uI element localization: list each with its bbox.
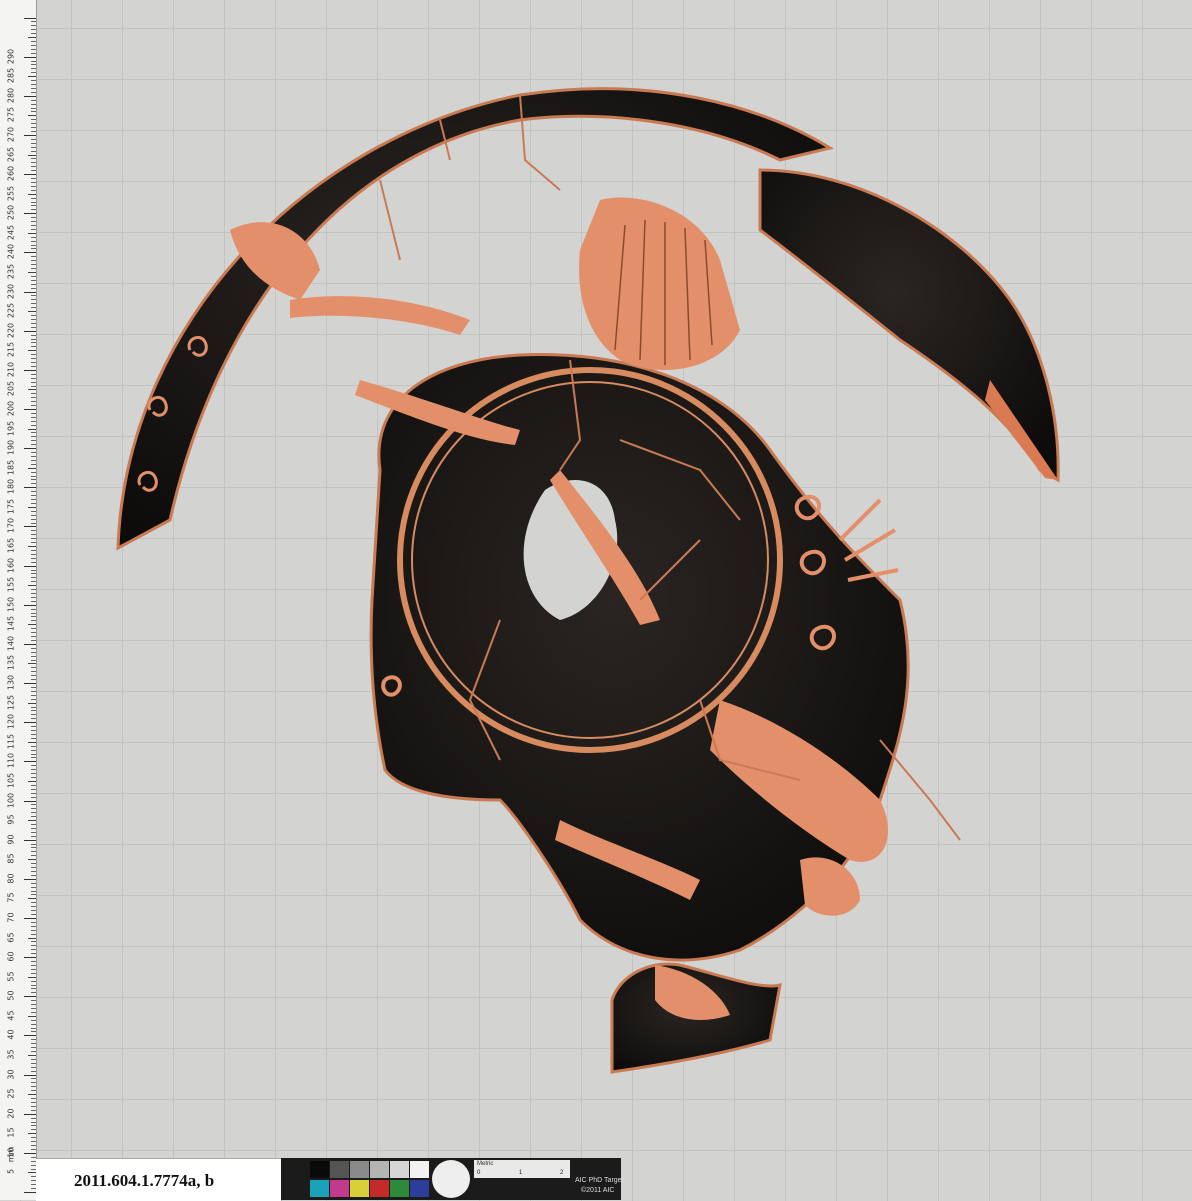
target-crosshair-icon [432,1160,470,1198]
color-swatch [310,1180,329,1197]
accession-number: 2011.604.1.7774a, b [74,1171,215,1190]
metric-scale: Metric 0 1 2 [474,1160,570,1178]
target-copyright: ©2011 AIC [581,1187,615,1194]
color-swatch [330,1180,349,1197]
gray-swatch [390,1161,409,1178]
pottery-fragments [116,87,1060,1074]
metric-mark: 2 [560,1170,564,1176]
gray-swatch [410,1161,429,1178]
metric-mark: 1 [519,1170,523,1176]
gray-swatch [330,1161,349,1178]
color-swatch [390,1180,409,1197]
gray-swatch [350,1161,369,1178]
figure-head-lower [800,857,860,916]
metric-scale-label: Metric [477,1161,494,1167]
draped-figure [579,197,740,370]
color-swatch [410,1180,429,1197]
gray-swatch [370,1161,389,1178]
color-swatch [350,1180,369,1197]
color-swatch [370,1180,389,1197]
figure-arm-left [290,296,470,335]
accession-label-card: 2011.604.1.7774a, b [36,1158,282,1201]
metric-mark: 0 [477,1170,481,1176]
target-title: AIC PhD Target [575,1177,624,1184]
gray-swatch [310,1161,329,1178]
